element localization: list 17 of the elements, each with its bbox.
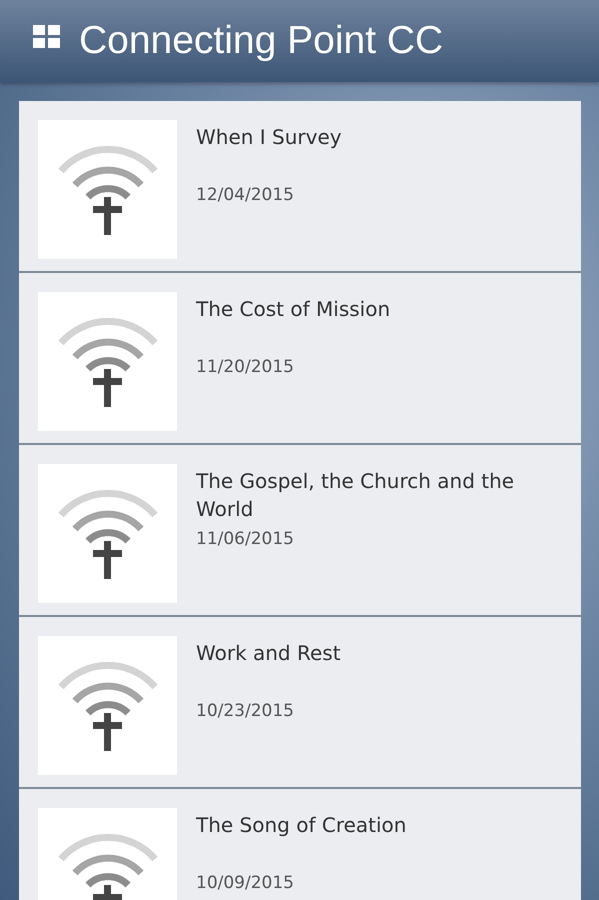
sermon-item[interactable]: The Gospel, the Church and the World 11/06/2015 xyxy=(19,445,581,617)
sermon-title: The Cost of Mission xyxy=(196,296,392,323)
sermon-title: When I Survey xyxy=(196,124,343,151)
sermon-date: 12/04/2015 xyxy=(196,185,295,205)
sermon-item[interactable]: Work and Rest 10/23/2015 xyxy=(19,617,581,789)
sermon-date: 11/06/2015 xyxy=(196,529,295,549)
sermon-title: The Song of Creation xyxy=(196,812,408,839)
sermon-date: 10/23/2015 xyxy=(196,701,295,721)
sermon-title: Work and Rest xyxy=(196,640,342,667)
sermon-item[interactable]: The Song of Creation 10/09/2015 xyxy=(19,789,581,900)
sermon-item[interactable]: The Cost of Mission 11/20/2015 xyxy=(19,273,581,445)
sermon-date: 11/20/2015 xyxy=(196,357,295,377)
sermon-item[interactable]: When I Survey 12/04/2015 xyxy=(19,101,581,273)
sermon-title: The Gospel, the Church and the World xyxy=(196,468,516,523)
menu-icon[interactable] xyxy=(33,25,61,49)
app-title: Connecting Point CC xyxy=(79,19,444,63)
sermon-date: 10/09/2015 xyxy=(196,873,295,893)
